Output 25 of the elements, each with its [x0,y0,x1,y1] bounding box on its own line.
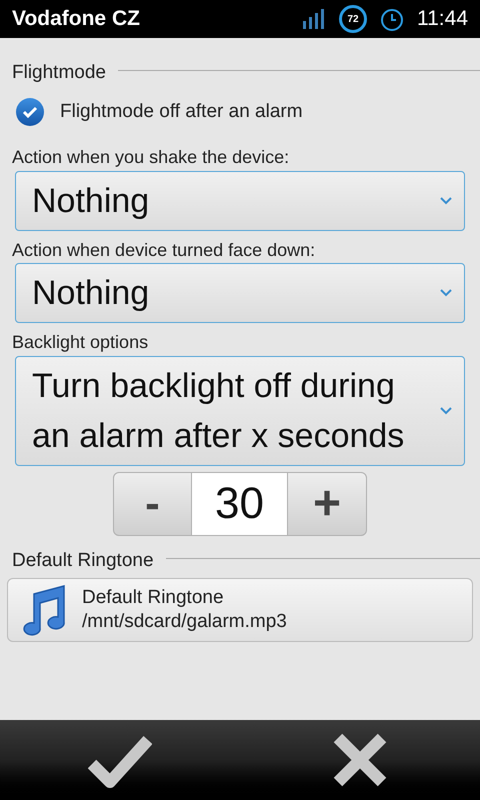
ringtone-path: /mnt/sdcard/galarm.mp3 [82,610,287,634]
ringtone-title: Default Ringtone [82,586,225,610]
chevron-down-icon [440,196,452,204]
battery-indicator: 72 [339,5,367,33]
ringtone-button[interactable]: Default Ringtone /mnt/sdcard/galarm.mp3 [7,578,473,642]
chevron-down-icon [440,406,452,414]
checkbox-row[interactable]: Flightmode off after an alarm [0,86,480,138]
number-field[interactable]: 30 [191,472,288,534]
dropdown[interactable]: Nothing [15,263,465,323]
dropdown[interactable]: Turn backlight off during an alarm after x seconds [15,356,465,466]
signal-icon [303,9,327,29]
increment-button[interactable]: + [288,472,366,534]
chevron-down-icon [440,289,452,297]
field-label: Action when you shake the device: [11,146,290,168]
checkmark-icon [22,106,38,118]
checkbox[interactable] [16,98,44,126]
checkbox-label: Flightmode off after an alarm [60,100,303,124]
close-icon [332,732,388,788]
dropdown[interactable]: Nothing [15,170,465,230]
alarm-clock-icon [379,6,405,32]
field-label: Action when device turned face down: [11,238,316,261]
clock: 11:44 [417,6,468,32]
carrier-name: Vodafone CZ [12,6,141,32]
field-label: Backlight options [11,331,150,354]
decrement-button[interactable]: - [114,472,191,534]
